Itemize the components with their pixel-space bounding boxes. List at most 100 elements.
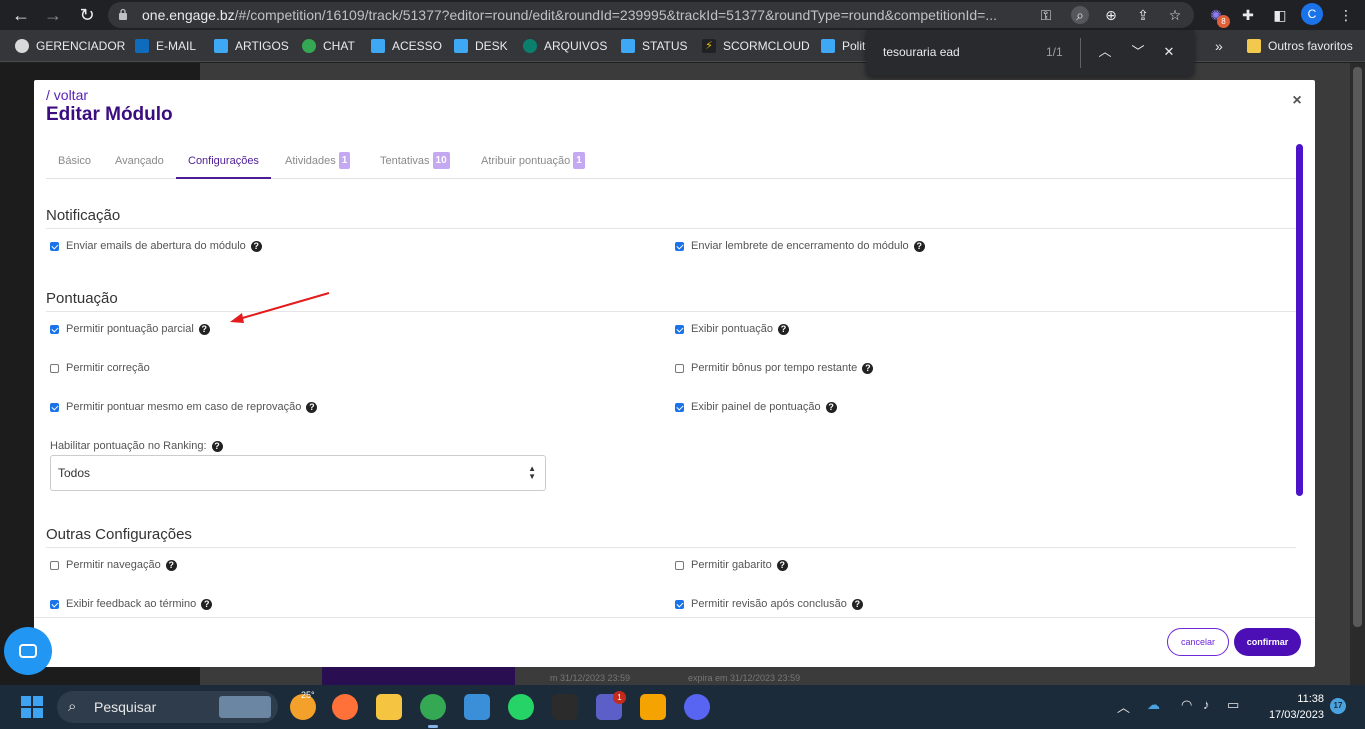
tab-configuracoes[interactable]: Configurações <box>176 148 271 179</box>
taskbar-search[interactable]: ⌕ Pesquisar <box>57 691 278 723</box>
wifi-icon[interactable]: ◠ <box>1181 697 1192 713</box>
help-icon[interactable]: ? <box>211 440 223 452</box>
discord-icon[interactable] <box>684 694 710 720</box>
bookmark-scormcloud[interactable]: ⚡ SCORMCLOUD <box>702 38 810 54</box>
back-link[interactable]: / voltar <box>46 87 88 103</box>
deezer-icon[interactable] <box>552 694 578 720</box>
option-permitir-navegacao[interactable]: Permitir navegação? <box>50 559 177 571</box>
tab-avancado[interactable]: Avançado <box>115 148 164 179</box>
page-scrollbar[interactable] <box>1350 63 1365 685</box>
volume-icon[interactable]: ♪ <box>1203 697 1210 712</box>
file-explorer-icon[interactable] <box>376 694 402 720</box>
page-scrollbar-thumb[interactable] <box>1353 67 1362 627</box>
help-icon[interactable]: ? <box>825 401 837 413</box>
find-next-icon[interactable]: ﹀ <box>1128 42 1148 62</box>
help-icon[interactable]: ? <box>250 240 262 252</box>
checkbox[interactable] <box>675 363 684 373</box>
onedrive-icon[interactable]: ☁ <box>1147 697 1160 713</box>
ranking-select[interactable]: Todos ▲ ▼ <box>50 455 546 491</box>
whatsapp-icon[interactable] <box>508 694 534 720</box>
help-icon[interactable]: ? <box>198 323 210 335</box>
help-icon[interactable]: ? <box>777 323 789 335</box>
bookmark-chat[interactable]: CHAT <box>302 38 355 54</box>
firefox-icon[interactable] <box>332 694 358 720</box>
share-icon[interactable]: ⇪ <box>1134 6 1152 24</box>
checkbox[interactable] <box>50 363 59 373</box>
modal-scrollbar-thumb[interactable] <box>1296 144 1303 496</box>
outlook-icon <box>135 39 149 53</box>
tab-atividades[interactable]: Atividades 1 <box>285 148 351 179</box>
option-revisao-conclusao[interactable]: Permitir revisão após conclusão? <box>675 598 863 610</box>
option-feedback-termino[interactable]: Exibir feedback ao término? <box>50 598 213 610</box>
tray-chevron-icon[interactable]: ︿ <box>1117 697 1130 716</box>
option-bonus-tempo[interactable]: Permitir bônus por tempo restante? <box>675 362 874 374</box>
option-pontuacao-parcial[interactable]: Permitir pontuação parcial? <box>50 323 210 335</box>
bookmark-other-folder[interactable]: Outros favoritos <box>1247 38 1353 54</box>
confirm-button[interactable]: confirmar <box>1234 628 1301 656</box>
option-permitir-gabarito[interactable]: Permitir gabarito? <box>675 559 788 571</box>
zoom-icon[interactable]: ⊕ <box>1102 6 1120 24</box>
checkbox[interactable] <box>675 599 684 609</box>
menu-dots-icon[interactable]: ⋮ <box>1336 5 1356 25</box>
checkbox[interactable] <box>675 560 684 570</box>
bookmark-artigos[interactable]: ARTIGOS <box>214 38 289 54</box>
option-exibir-pontuacao[interactable]: Exibir pontuação? <box>675 323 789 335</box>
close-icon[interactable]: × <box>1290 92 1304 110</box>
bookmark-email[interactable]: E-MAIL <box>135 38 196 54</box>
help-icon[interactable]: ? <box>306 401 318 413</box>
find-prev-icon[interactable]: ︿ <box>1095 42 1115 62</box>
sublime-icon[interactable] <box>640 694 666 720</box>
key-icon[interactable]: ⚿ <box>1037 6 1055 24</box>
tab-tentativas[interactable]: Tentativas 10 <box>380 148 450 179</box>
profile-avatar[interactable]: C <box>1301 3 1323 25</box>
bookmark-status[interactable]: STATUS <box>621 38 688 54</box>
edit-module-modal: / voltar Editar Módulo × Básico Avançado… <box>34 80 1315 667</box>
option-pontuar-reprovacao[interactable]: Permitir pontuar mesmo em caso de reprov… <box>50 401 318 413</box>
option-emails-abertura[interactable]: Enviar emails de abertura do módulo? <box>50 240 262 252</box>
checkbox[interactable] <box>675 324 684 334</box>
address-bar[interactable]: one.engage.bz/#/competition/16109/track/… <box>108 2 1194 28</box>
back-arrow-icon[interactable]: ← <box>10 4 32 26</box>
forward-arrow-icon[interactable]: → <box>42 4 64 26</box>
help-icon[interactable]: ? <box>165 559 177 571</box>
battery-icon[interactable]: ▭ <box>1227 697 1239 713</box>
find-close-icon[interactable]: ✕ <box>1159 42 1179 62</box>
checkbox[interactable] <box>675 241 684 251</box>
support-chat-button[interactable] <box>4 627 52 675</box>
tab-basico[interactable]: Básico <box>58 148 91 179</box>
find-in-page-icon[interactable]: ⌕ <box>1071 6 1089 24</box>
bookmarks-overflow[interactable]: » <box>1215 38 1223 54</box>
notification-badge[interactable]: 17 <box>1330 698 1346 714</box>
checkbox[interactable] <box>50 599 59 609</box>
checkbox[interactable] <box>675 402 684 412</box>
reload-icon[interactable]: ↻ <box>76 4 98 26</box>
help-icon[interactable]: ? <box>776 559 788 571</box>
option-permitir-correcao[interactable]: Permitir correção <box>50 362 150 374</box>
checkbox[interactable] <box>50 241 59 251</box>
taskbar-clock[interactable]: 11:38 17/03/2023 <box>1262 691 1324 723</box>
bookmark-arquivos[interactable]: ARQUIVOS <box>523 38 607 54</box>
checkbox[interactable] <box>50 560 59 570</box>
option-lembrete-encerramento[interactable]: Enviar lembrete de encerramento do módul… <box>675 240 925 252</box>
help-icon[interactable]: ? <box>851 598 863 610</box>
bookmark-star-icon[interactable]: ☆ <box>1166 6 1184 24</box>
help-icon[interactable]: ? <box>913 240 925 252</box>
help-icon[interactable]: ? <box>862 362 874 374</box>
chrome-icon[interactable] <box>420 694 446 728</box>
bookmark-acesso[interactable]: ACESSO <box>371 38 442 54</box>
bookmark-polit[interactable]: Polit <box>821 38 865 54</box>
bookmark-gerenciador[interactable]: GERENCIADOR <box>15 38 125 54</box>
paint-icon[interactable] <box>464 694 490 720</box>
puzzle-icon[interactable]: ✚ <box>1238 5 1258 25</box>
checkbox[interactable] <box>50 402 59 412</box>
find-input[interactable]: tesouraria ead <box>883 45 960 59</box>
bookmark-desk[interactable]: DESK <box>454 38 508 54</box>
help-icon[interactable]: ? <box>201 598 213 610</box>
side-panel-icon[interactable]: ◧ <box>1270 5 1290 25</box>
tab-atribuir-pontuacao[interactable]: Atribuir pontuação 1 <box>481 148 585 179</box>
cancel-button[interactable]: cancelar <box>1167 628 1229 656</box>
checkbox[interactable] <box>50 324 59 334</box>
tab-badge: 1 <box>573 151 585 169</box>
option-painel-pontuacao[interactable]: Exibir painel de pontuação? <box>675 401 837 413</box>
windows-start-icon[interactable] <box>21 696 43 718</box>
